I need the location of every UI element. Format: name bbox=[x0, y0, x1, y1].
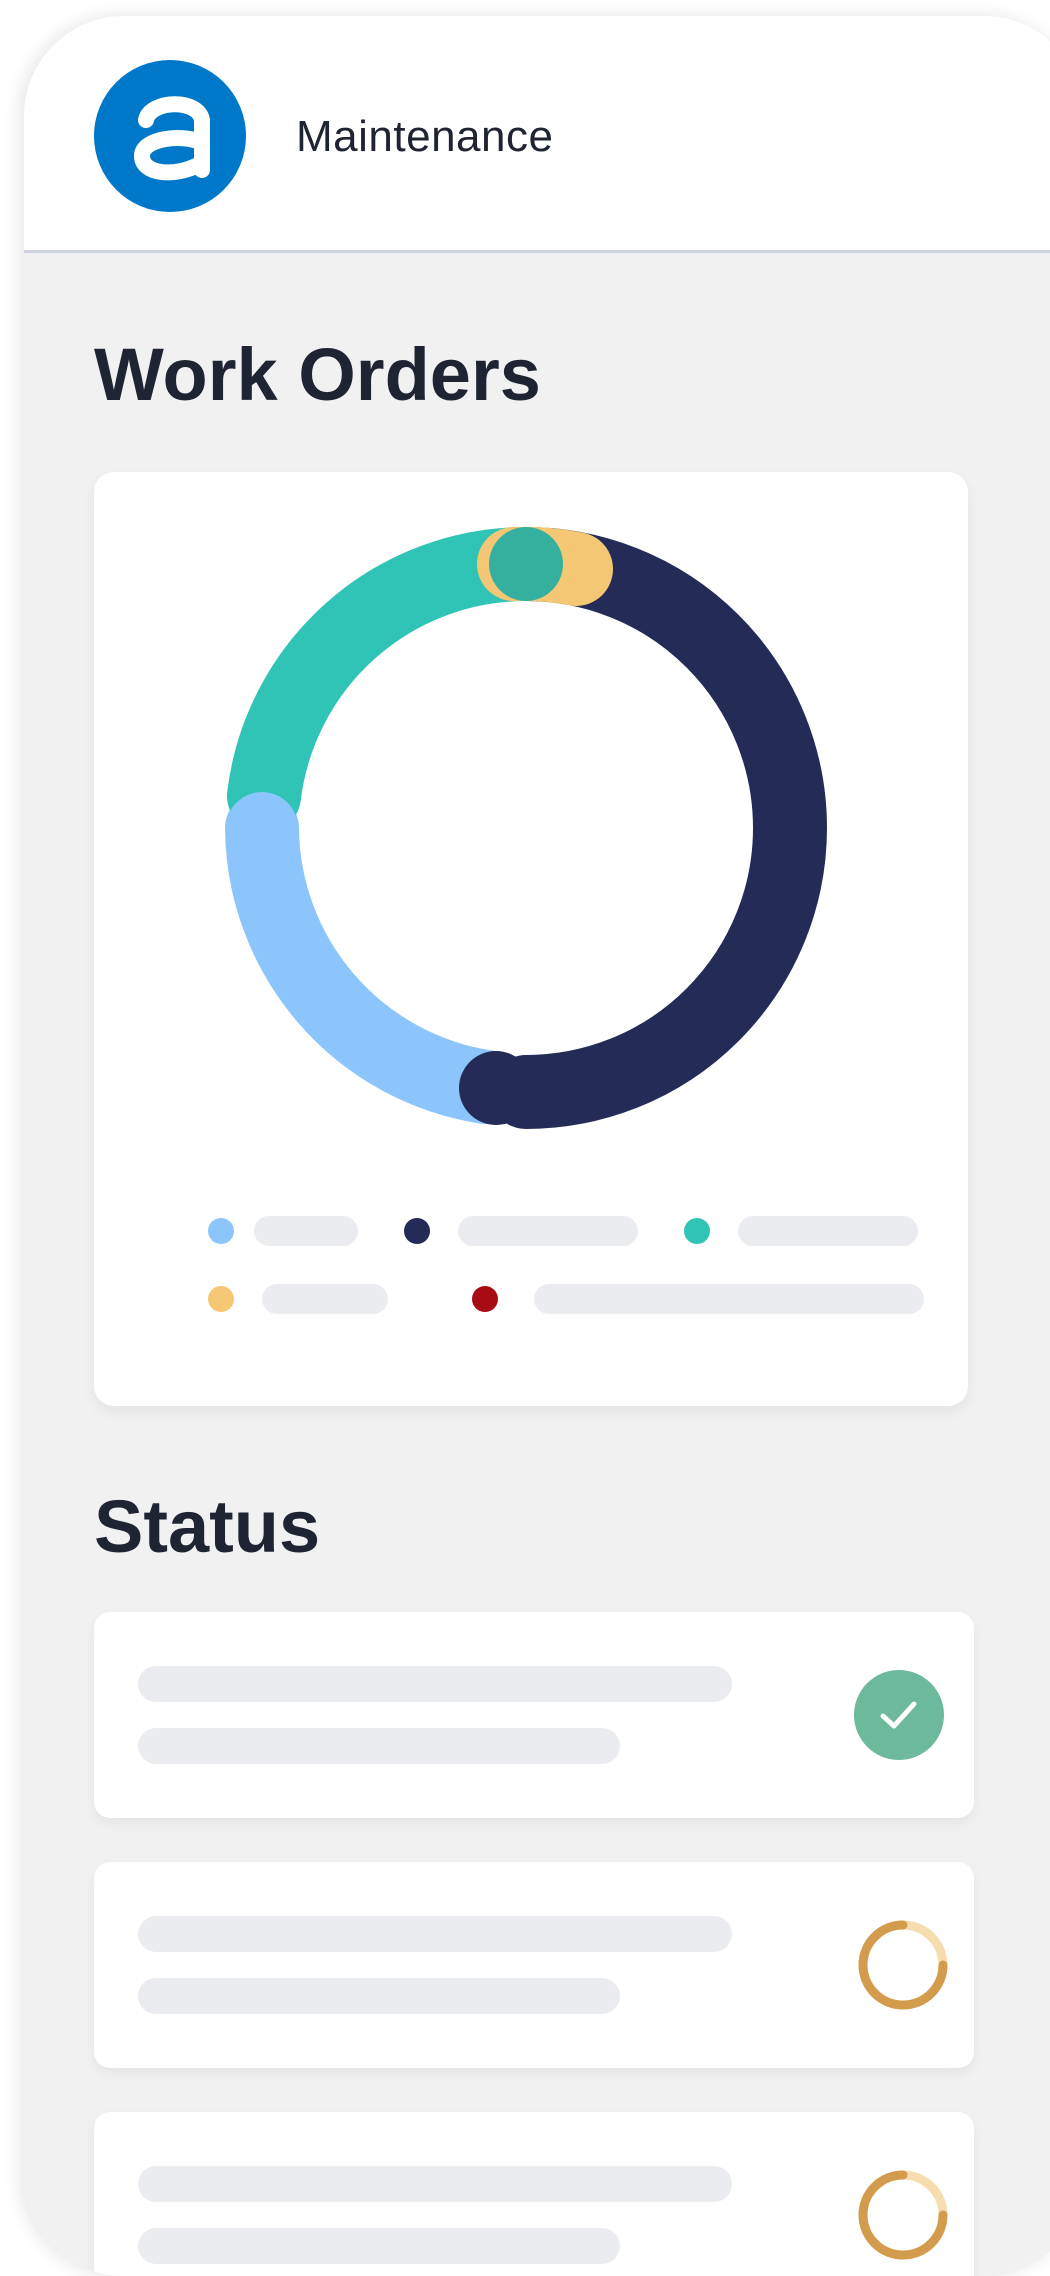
legend-label-placeholder bbox=[254, 1216, 358, 1246]
legend-dot-teal bbox=[684, 1218, 710, 1244]
work-orders-chart-card bbox=[94, 472, 968, 1406]
check-circle-icon bbox=[854, 1670, 944, 1760]
legend-dot-yellow bbox=[208, 1286, 234, 1312]
status-line-placeholder bbox=[138, 1978, 620, 2014]
app-logo-a-icon[interactable] bbox=[94, 60, 246, 212]
app-header: Maintenance bbox=[24, 16, 1050, 253]
legend-dot-light-blue bbox=[208, 1218, 234, 1244]
work-orders-title: Work Orders bbox=[94, 333, 541, 416]
legend-dot-navy bbox=[404, 1218, 430, 1244]
chart-slice-teal[interactable] bbox=[227, 527, 563, 833]
chart-slice-navy[interactable] bbox=[489, 527, 827, 1129]
chart-slice-overlap bbox=[489, 527, 563, 601]
chart-slice-light-blue-cap bbox=[226, 792, 298, 864]
progress-ring-icon bbox=[858, 1920, 948, 2010]
status-line-placeholder bbox=[138, 2166, 732, 2202]
progress-ring-icon bbox=[858, 2170, 948, 2260]
app-name: Maintenance bbox=[296, 112, 554, 161]
legend-label-placeholder bbox=[458, 1216, 638, 1246]
legend-label-placeholder bbox=[738, 1216, 918, 1246]
work-orders-donut-chart bbox=[225, 526, 827, 1129]
phone-frame: Maintenance Work Orders Status bbox=[24, 16, 1050, 2276]
status-card[interactable] bbox=[94, 2112, 974, 2276]
status-card[interactable] bbox=[94, 1612, 974, 1818]
status-line-placeholder bbox=[138, 1728, 620, 1764]
chart-slice-light-blue[interactable] bbox=[225, 791, 523, 1124]
legend-dot-red bbox=[472, 1286, 498, 1312]
chart-slice-navy-cap bbox=[459, 1051, 533, 1125]
status-line-placeholder bbox=[138, 1916, 732, 1952]
status-line-placeholder bbox=[138, 1666, 732, 1702]
status-line-placeholder bbox=[138, 2228, 620, 2264]
legend-label-placeholder bbox=[262, 1284, 388, 1314]
status-title: Status bbox=[94, 1485, 321, 1568]
legend-label-placeholder bbox=[534, 1284, 924, 1314]
status-card[interactable] bbox=[94, 1862, 974, 2068]
